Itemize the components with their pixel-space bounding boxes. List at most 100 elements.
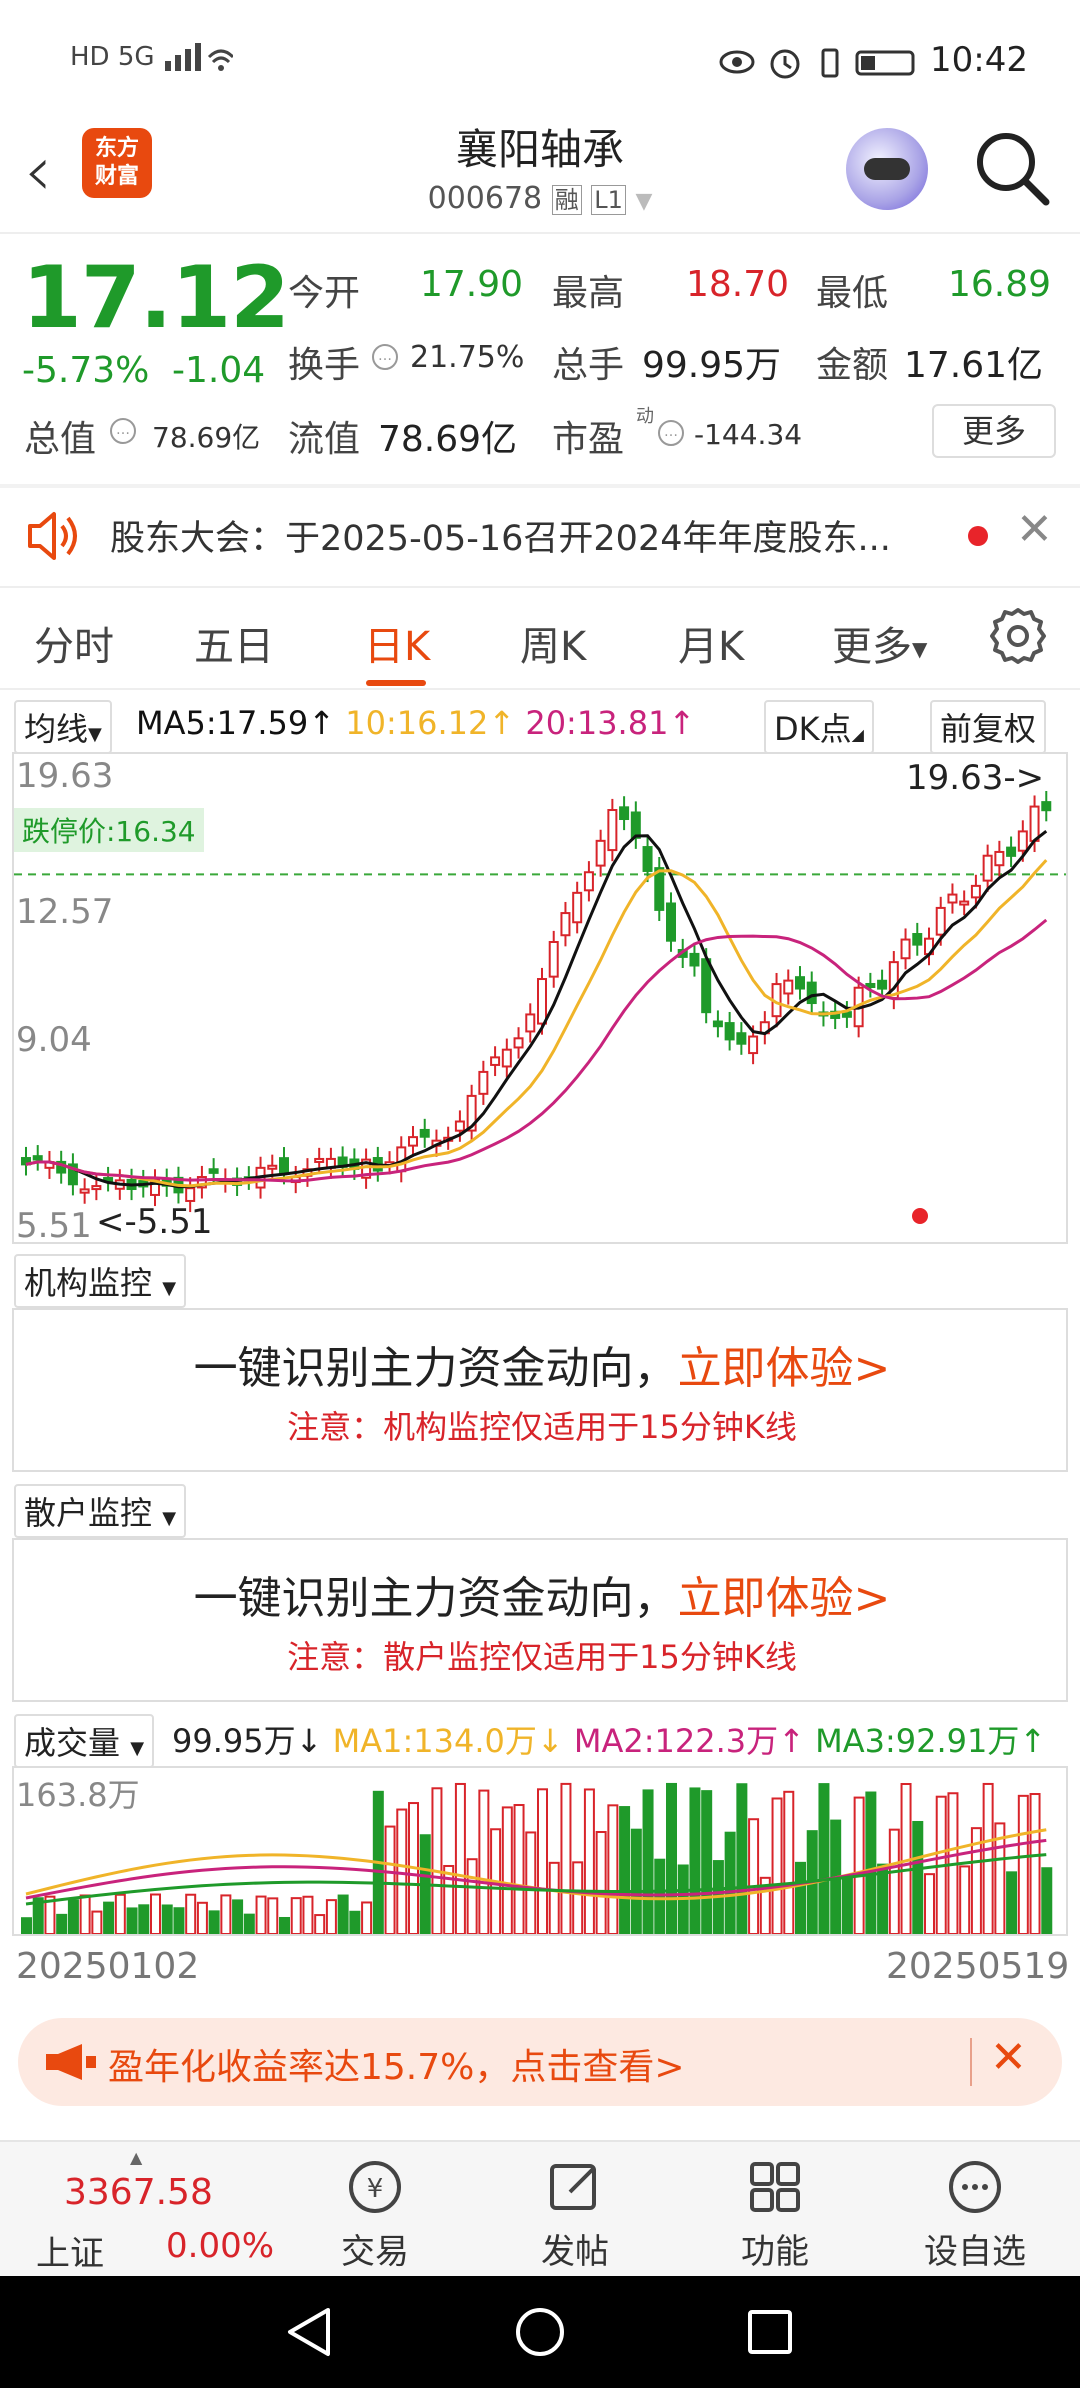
banner-divider xyxy=(970,2038,972,2086)
open-value: 17.90 xyxy=(420,264,524,305)
tab-minute[interactable]: 分时 xyxy=(34,614,114,672)
try-now-link[interactable]: 立即体验> xyxy=(678,1573,891,1624)
volume-value: 99.95万 xyxy=(642,345,782,386)
grid-icon xyxy=(750,2162,800,2212)
tab-daily-k[interactable]: 日K xyxy=(364,614,430,672)
index-name[interactable]: 上证 xyxy=(36,2226,104,2275)
chevron-down-icon: ▼ xyxy=(912,637,928,661)
dk-point-label: DK点 xyxy=(774,710,852,748)
volume-chart[interactable] xyxy=(12,1766,1068,1936)
info-icon[interactable]: … xyxy=(372,344,398,370)
volume-select[interactable]: 成交量 ▼ xyxy=(14,1714,155,1768)
amount-label: 金额 xyxy=(816,345,889,386)
volume-max-label: 163.8万 xyxy=(16,1776,140,1814)
end-date: 20250519 xyxy=(886,1946,1070,1987)
bottom-nav: ▲ 3367.58 上证 0.00% ¥ 交易 发帖 功能 设自选 xyxy=(0,2140,1080,2276)
retail-monitor-label: 散户监控 xyxy=(24,1494,153,1532)
institution-monitor-label: 机构监控 xyxy=(24,1264,153,1302)
y-label-low: 9.04 xyxy=(16,1020,92,1060)
status-right: 10:42 xyxy=(719,40,1028,80)
banner-text: 盈年化收益率达15.7%，点击查看> xyxy=(108,2047,685,2088)
last-price: 17.12 xyxy=(22,248,290,348)
adjust-select[interactable]: 前复权 xyxy=(930,700,1047,754)
header-divider xyxy=(0,232,1080,234)
index-value[interactable]: 3367.58 xyxy=(64,2172,213,2213)
tab-more[interactable]: 更多▼ xyxy=(832,614,927,672)
period-tabs: 分时 五日 日K 周K 月K 更多▼ xyxy=(0,588,1080,688)
promo-main: 一键识别主力资金动向，立即体验> xyxy=(193,1343,891,1394)
notice-bar[interactable]: 股东大会：于2025-05-16召开2024年年度股东... ✕ xyxy=(0,486,1080,586)
start-date: 20250102 xyxy=(16,1946,200,1987)
institution-monitor-select[interactable]: 机构监控 ▼ xyxy=(14,1254,187,1308)
promo-note: 注意：机构监控仅适用于15分钟K线 xyxy=(287,1408,797,1446)
retail-monitor-select[interactable]: 散户监控 ▼ xyxy=(14,1484,187,1538)
close-icon[interactable]: ✕ xyxy=(1016,504,1053,555)
caret-up-icon: ▲ xyxy=(130,2148,143,2167)
signal-icon xyxy=(164,42,234,71)
volume-svg xyxy=(21,1782,1053,1936)
volume-label: 总手 xyxy=(552,345,625,386)
open-label: 今开 xyxy=(288,273,361,314)
ma20-value: 20:13.81 xyxy=(525,704,669,742)
low-value: 16.89 xyxy=(948,264,1052,305)
y-label-bottom: 5.51 xyxy=(16,1206,92,1246)
nav-post-label: 发帖 xyxy=(541,2232,609,2272)
high-label: 最高 xyxy=(552,273,625,314)
nav-trade-label: 交易 xyxy=(341,2232,409,2272)
float-value: 78.69亿 xyxy=(378,419,518,460)
gear-icon[interactable] xyxy=(986,604,1050,668)
try-now-link[interactable]: 立即体验> xyxy=(678,1343,891,1394)
assistant-robot-icon[interactable] xyxy=(846,128,928,210)
tab-weekly-k[interactable]: 周K xyxy=(520,614,586,672)
change-amount: -1.04 xyxy=(172,350,266,391)
ma10-value: 10:16.12 xyxy=(345,704,489,742)
change-percent: -5.73% xyxy=(22,350,150,391)
home-circle-icon[interactable] xyxy=(514,2306,566,2358)
volume-select-label: 成交量 xyxy=(24,1724,121,1762)
back-triangle-icon[interactable] xyxy=(284,2306,334,2358)
notice-text: 股东大会：于2025-05-16召开2024年年度股东... xyxy=(110,519,891,559)
float-label: 流值 xyxy=(288,419,361,460)
info-icon[interactable]: … xyxy=(658,420,684,446)
more-dots-icon xyxy=(949,2161,1001,2213)
recents-square-icon[interactable] xyxy=(746,2308,794,2356)
ma-select[interactable]: 均线▼ xyxy=(14,700,112,754)
max-annotation: 19.63-> xyxy=(906,758,1045,798)
search-icon[interactable] xyxy=(972,128,1052,208)
index-change[interactable]: 0.00% xyxy=(166,2226,274,2266)
tab-five-day[interactable]: 五日 xyxy=(194,614,274,672)
more-button[interactable]: 更多 xyxy=(932,404,1056,458)
chevron-down-icon: ▼ xyxy=(162,1278,177,1299)
nav-functions[interactable]: 功能 xyxy=(700,2142,850,2278)
low-label: 最低 xyxy=(816,273,889,314)
nav-trade[interactable]: ¥ 交易 xyxy=(300,2142,450,2278)
institution-monitor-panel: 一键识别主力资金动向，立即体验> 注意：机构监控仅适用于15分钟K线 xyxy=(12,1308,1068,1472)
vol-ma2: MA2:122.3万↑ xyxy=(573,1722,805,1760)
amount-value: 17.61亿 xyxy=(904,345,1044,386)
trade-yen-icon: ¥ xyxy=(349,2161,401,2213)
tab-monthly-k[interactable]: 月K xyxy=(678,614,744,672)
svg-text:¥: ¥ xyxy=(367,2174,384,2204)
volume-value: 99.95万↓ xyxy=(172,1722,323,1760)
promo-note: 注意：散户监控仅适用于15分钟K线 xyxy=(287,1638,797,1676)
dropdown-icon: ▼ xyxy=(635,189,653,214)
info-icon[interactable]: … xyxy=(110,418,136,444)
stock-code: 000678 xyxy=(427,181,543,216)
mktcap-label: 总值 xyxy=(24,419,97,460)
nav-add-watchlist-label: 设自选 xyxy=(924,2232,1026,2272)
dk-point-select[interactable]: DK点◢ xyxy=(764,700,874,754)
unread-dot xyxy=(968,526,988,546)
promo-main: 一键识别主力资金动向，立即体验> xyxy=(193,1573,891,1624)
chevron-down-icon: ▼ xyxy=(130,1738,145,1759)
clock: 10:42 xyxy=(930,40,1028,80)
nav-functions-label: 功能 xyxy=(741,2232,809,2272)
high-value: 18.70 xyxy=(686,264,790,305)
active-tab-indicator xyxy=(366,680,426,686)
nav-add-watchlist[interactable]: 设自选 xyxy=(900,2142,1050,2278)
edit-icon xyxy=(550,2164,596,2210)
close-icon[interactable]: ✕ xyxy=(990,2032,1027,2083)
chevron-down-icon: ◢ xyxy=(851,725,864,744)
nav-post[interactable]: 发帖 xyxy=(500,2142,650,2278)
tab-more-label: 更多 xyxy=(832,624,912,670)
promo-banner[interactable]: 盈年化收益率达15.7%，点击查看> ✕ xyxy=(18,2018,1062,2106)
